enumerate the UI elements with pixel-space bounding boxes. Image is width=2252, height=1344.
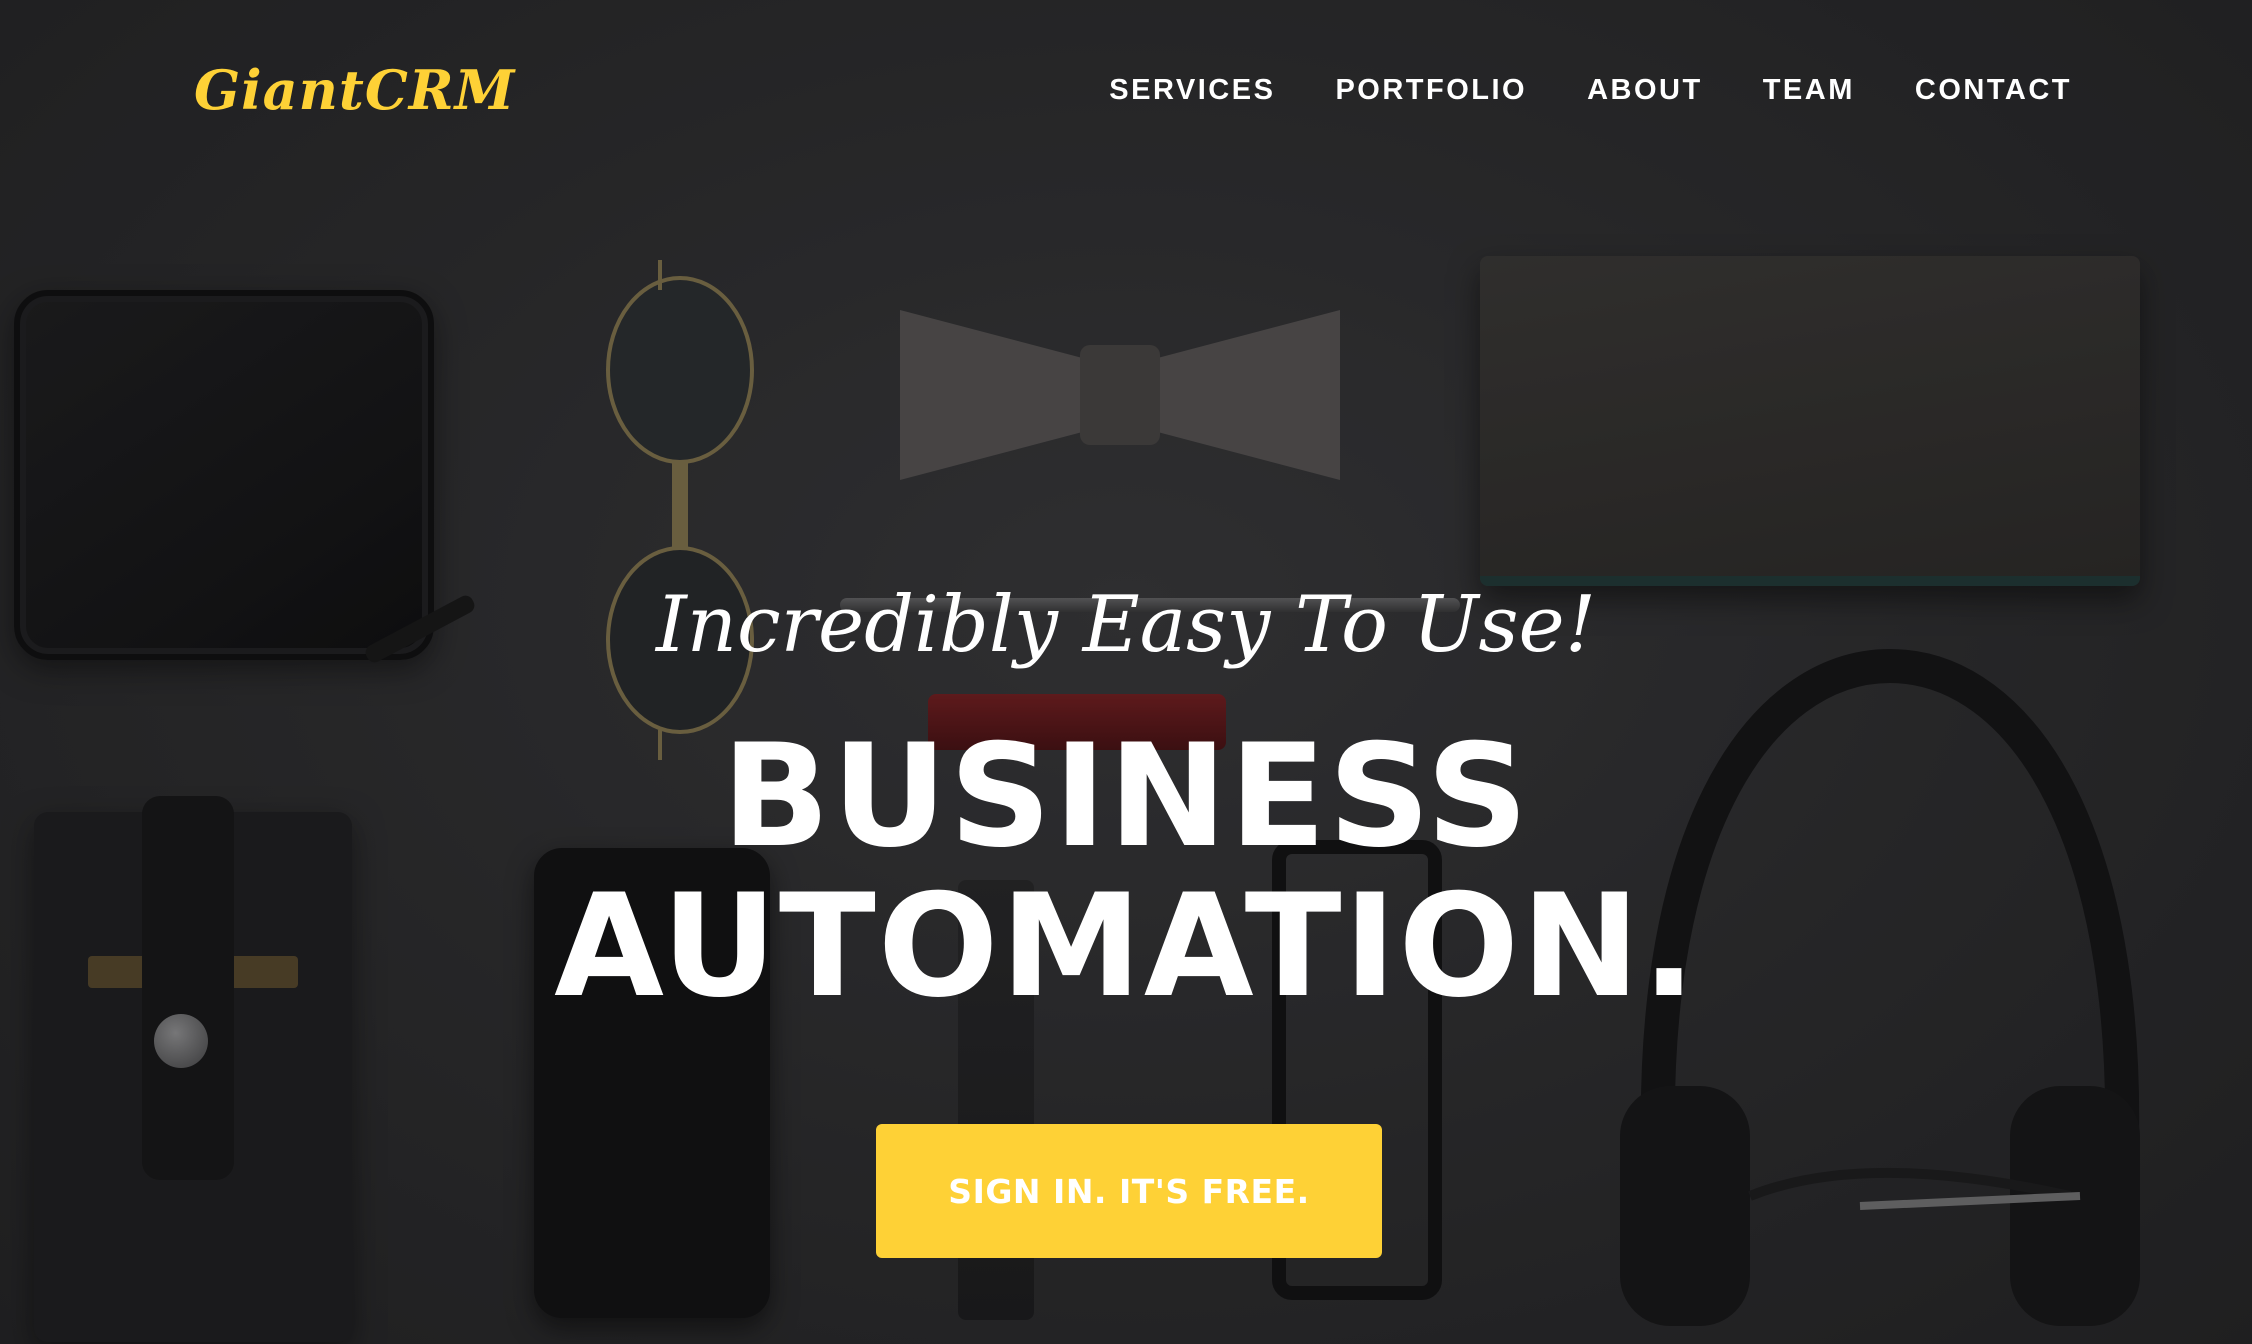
hero-lead-in: Incredibly Easy To Use! [655, 580, 1597, 670]
main-nav: SERVICES PORTFOLIO ABOUT TEAM CONTACT [1109, 74, 2072, 107]
hero-section: GiantCRM SERVICES PORTFOLIO ABOUT TEAM C… [0, 0, 2252, 1344]
nav-item-contact: CONTACT [1915, 74, 2072, 107]
nav-item-portfolio: PORTFOLIO [1335, 74, 1527, 107]
brand-logo[interactable]: GiantCRM [194, 58, 515, 122]
nav-link-contact[interactable]: CONTACT [1915, 74, 2072, 106]
nav-item-services: SERVICES [1109, 74, 1275, 107]
nav-link-portfolio[interactable]: PORTFOLIO [1335, 74, 1527, 106]
hero-heading: BUSINESS AUTOMATION. [0, 722, 2252, 1022]
nav-link-team[interactable]: TEAM [1763, 74, 1855, 106]
nav-item-team: TEAM [1763, 74, 1855, 107]
hero-heading-line-1: BUSINESS [721, 714, 1531, 879]
nav-link-about[interactable]: ABOUT [1587, 74, 1703, 106]
sign-in-button[interactable]: SIGN IN. IT'S FREE. [876, 1124, 1382, 1258]
hero-heading-line-2: AUTOMATION. [554, 864, 1698, 1029]
nav-link-services[interactable]: SERVICES [1109, 74, 1275, 106]
nav-item-about: ABOUT [1587, 74, 1703, 107]
